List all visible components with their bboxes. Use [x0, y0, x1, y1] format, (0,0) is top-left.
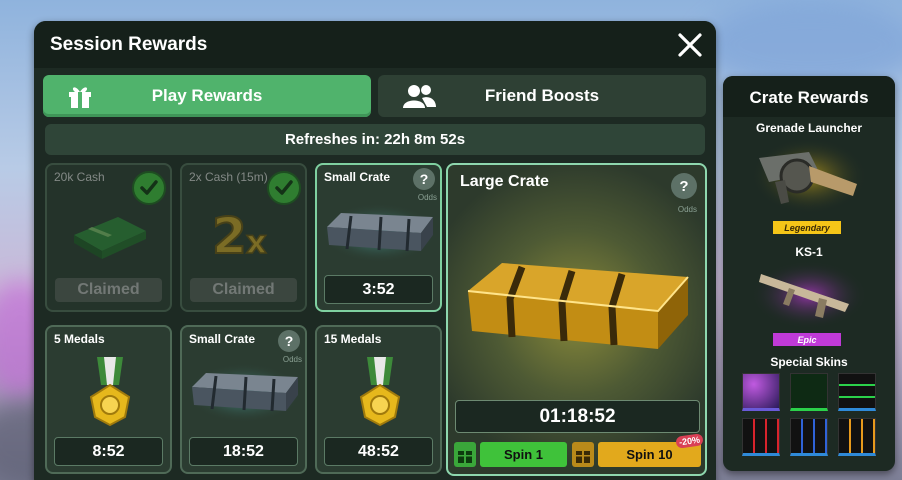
- gift-icon: [572, 442, 594, 467]
- card-title: Small Crate: [189, 332, 256, 346]
- grenade-launcher-icon: [751, 138, 867, 214]
- red-grid-skin[interactable]: [742, 418, 780, 456]
- refresh-timer-bar: Refreshes in: 22h 8m 52s: [45, 124, 705, 155]
- crate-rewards-panel: Crate Rewards Grenade Launcher Legendary…: [723, 76, 895, 471]
- large-crate-timer: 01:18:52: [455, 400, 700, 433]
- svg-text:2: 2: [212, 207, 247, 263]
- svg-text:x: x: [246, 223, 267, 261]
- rarity-tag: Legendary: [773, 221, 841, 234]
- claimed-label: Claimed: [190, 278, 297, 302]
- close-icon: [678, 33, 702, 57]
- friends-icon: [403, 85, 436, 108]
- help-button[interactable]: ?: [413, 168, 435, 190]
- odds-label: Odds: [677, 205, 697, 214]
- side-header: Crate Rewards: [723, 76, 895, 117]
- tab-play-rewards[interactable]: Play Rewards: [43, 75, 371, 117]
- ks1-rifle-icon: [751, 261, 867, 329]
- panel-title: Session Rewards: [50, 34, 208, 55]
- crate-icon: [321, 203, 437, 263]
- tab-label: Friend Boosts: [484, 86, 600, 105]
- side-title: Crate Rewards: [749, 88, 869, 107]
- card-title: 20k Cash: [54, 170, 105, 184]
- orange-grid-skin[interactable]: [838, 418, 876, 456]
- reward-timer: 3:52: [324, 275, 433, 304]
- reward-card-2x-cash[interactable]: 2x Cash (15m) 2 x Claimed: [180, 163, 307, 312]
- item-name: Grenade Launcher: [755, 121, 863, 135]
- green-grid-skin[interactable]: [838, 373, 876, 411]
- odds-label: Odds: [417, 193, 437, 202]
- reward-card-small-crate[interactable]: Small Crate ? Odds 3:52: [315, 163, 442, 312]
- reward-timer: 48:52: [324, 437, 433, 466]
- blue-grid-skin[interactable]: [790, 418, 828, 456]
- help-button[interactable]: ?: [278, 330, 300, 352]
- card-title: 15 Medals: [324, 332, 382, 346]
- panel-header: Session Rewards: [34, 21, 716, 68]
- spin-1-button[interactable]: Spin 1: [480, 442, 567, 467]
- galaxy-skin[interactable]: [742, 373, 780, 411]
- checkmark-icon: [132, 171, 166, 205]
- refresh-label: Refreshes in: 22h 8m 52s: [284, 131, 466, 148]
- session-rewards-panel: Session Rewards Play Rewards Friend Boos…: [34, 21, 716, 480]
- checkmark-icon: [267, 171, 301, 205]
- reward-timer: 18:52: [189, 437, 298, 466]
- special-skins-title: Special Skins: [770, 355, 848, 369]
- help-button[interactable]: ?: [671, 173, 697, 199]
- close-button[interactable]: [674, 29, 706, 61]
- matrix-skin[interactable]: [790, 373, 828, 411]
- claimed-label: Claimed: [55, 278, 162, 302]
- large-crate-card[interactable]: Large Crate ? Odds 01:18:52 Spin 1 Spin …: [446, 163, 707, 476]
- reward-card-15-medals[interactable]: 15 Medals 48:52: [315, 325, 442, 474]
- card-title: Large Crate: [460, 173, 549, 190]
- tab-label: Play Rewards: [151, 86, 263, 105]
- card-title: Small Crate: [324, 170, 391, 184]
- reward-timer: 8:52: [54, 437, 163, 466]
- reward-card-small-crate-2[interactable]: Small Crate ? Odds 18:52: [180, 325, 307, 474]
- crate-icon: [186, 363, 302, 423]
- medal-icon: [89, 357, 131, 427]
- card-title: 2x Cash (15m): [189, 170, 268, 184]
- reward-card-5-medals[interactable]: 5 Medals 8:52: [45, 325, 172, 474]
- rarity-tag: Epic: [773, 333, 841, 346]
- medal-icon: [359, 357, 401, 427]
- cash-stack-icon: [74, 217, 146, 259]
- gift-icon: [454, 442, 476, 467]
- item-name: KS-1: [795, 245, 823, 259]
- card-title: 5 Medals: [54, 332, 105, 346]
- gift-icon: [69, 87, 91, 108]
- 2x-icon: 2 x: [211, 206, 268, 263]
- tab-friend-boosts[interactable]: Friend Boosts: [378, 75, 706, 117]
- large-crate-icon: [467, 263, 689, 349]
- reward-card-20k-cash[interactable]: 20k Cash Claimed: [45, 163, 172, 312]
